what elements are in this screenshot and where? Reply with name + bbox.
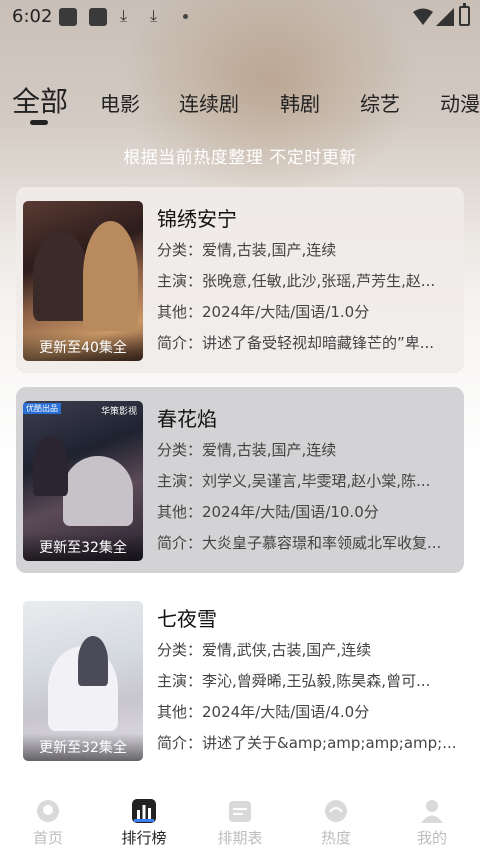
heat-icon — [325, 800, 347, 822]
signal-icon — [436, 8, 454, 26]
drama-summary: 简介：大炎皇子慕容璟和率领威北军收复... — [157, 534, 442, 552]
drama-other: 其他：2024年/大陆/国语/1.0分 — [157, 303, 370, 321]
poster-image[interactable]: 更新至32集全 — [23, 601, 143, 761]
download-icon: ⤓ — [120, 6, 128, 25]
status-time: 6:02 — [12, 6, 53, 27]
poster-logo: 华策影视 — [100, 407, 137, 417]
nav-home-label: 首页 — [32, 829, 63, 847]
download-icon: ⤓ — [150, 6, 158, 25]
wifi-icon — [413, 8, 433, 25]
drama-cast: 主演：张晚意,任敏,此沙,张瑶,芦芳生,赵... — [157, 272, 436, 290]
nav-schedule-label: 排期表 — [217, 829, 263, 847]
app-notification-icon — [89, 8, 107, 26]
battery-icon — [459, 3, 470, 26]
poster-figure — [78, 636, 108, 686]
poster-figure — [33, 436, 68, 496]
nav-heat[interactable]: 热度 — [296, 798, 376, 848]
tab-korean-drama[interactable]: 韩剧 — [280, 88, 320, 117]
drama-cast: 主演：李沁,曾舜晞,王弘毅,陈昊森,曾可... — [157, 672, 431, 690]
drama-summary: 简介：讲述了备受轻视却暗藏锋芒的”卑... — [157, 334, 435, 352]
calendar-icon — [229, 801, 251, 822]
drama-card[interactable]: 更新至40集全 锦绣安宁 分类：爱情,古装,国产,连续 主演：张晚意,任敏,此沙… — [16, 187, 464, 373]
poster-figure — [83, 221, 138, 331]
drama-other: 其他：2024年/大陆/国语/4.0分 — [157, 703, 370, 721]
tab-movie[interactable]: 电影 — [100, 88, 140, 117]
episode-badge: 更新至40集全 — [23, 333, 143, 361]
app-notification-icon — [59, 8, 77, 26]
drama-card[interactable]: 更新至32集全 七夜雪 分类：爱情,武侠,古装,国产,连续 主演：李沁,曾舜晞,… — [16, 587, 464, 773]
tab-variety[interactable]: 综艺 — [360, 88, 400, 117]
bottom-nav: 首页 排行榜 排期表 热度 我的 — [0, 790, 480, 855]
tab-all[interactable]: 全部 — [12, 80, 68, 120]
more-notifications-icon — [183, 14, 188, 19]
drama-summary: 简介：讲述了关于&amp;amp;amp;amp;... — [157, 734, 457, 752]
drama-genre: 分类：爱情,武侠,古装,国产,连续 — [157, 641, 372, 659]
drama-card[interactable]: 优酷出品 华策影视 更新至32集全 春花焰 分类：爱情,古装,国产,连续 主演：… — [16, 387, 464, 573]
drama-title[interactable]: 锦绣安宁 — [157, 203, 237, 232]
drama-title[interactable]: 七夜雪 — [157, 603, 217, 632]
drama-genre: 分类：爱情,古装,国产,连续 — [157, 441, 337, 459]
home-icon — [37, 800, 59, 822]
nav-ranking-label: 排行榜 — [121, 829, 167, 847]
category-tabs: 全部 电影 连续剧 韩剧 综艺 动漫 — [0, 80, 480, 130]
nav-ranking[interactable]: 排行榜 — [104, 798, 184, 848]
poster-figure — [63, 456, 133, 526]
tab-anime[interactable]: 动漫 — [440, 88, 480, 117]
episode-badge: 更新至32集全 — [23, 533, 143, 561]
nav-heat-label: 热度 — [320, 829, 351, 847]
drama-title[interactable]: 春花焰 — [157, 403, 217, 432]
profile-icon — [421, 800, 443, 823]
drama-genre: 分类：爱情,古装,国产,连续 — [157, 241, 337, 259]
poster-image[interactable]: 优酷出品 华策影视 更新至32集全 — [23, 401, 143, 561]
status-bar: 6:02 ⤓ ⤓ — [0, 0, 480, 34]
drama-cast: 主演：刘学义,吴谨言,毕雯珺,赵小棠,陈... — [157, 472, 431, 490]
poster-figure — [33, 231, 88, 321]
nav-profile-label: 我的 — [416, 829, 447, 847]
ranking-subtitle: 根据当前热度整理 不定时更新 — [123, 148, 357, 168]
poster-tag: 优酷出品 — [23, 403, 61, 414]
nav-home[interactable]: 首页 — [8, 798, 88, 848]
tab-series[interactable]: 连续剧 — [179, 88, 239, 117]
episode-badge: 更新至32集全 — [23, 733, 143, 761]
drama-other: 其他：2024年/大陆/国语/10.0分 — [157, 503, 379, 521]
poster-image[interactable]: 更新至40集全 — [23, 201, 143, 361]
nav-profile[interactable]: 我的 — [392, 798, 472, 848]
ranking-icon — [132, 799, 156, 823]
active-tab-indicator — [30, 120, 48, 125]
nav-schedule[interactable]: 排期表 — [200, 798, 280, 848]
